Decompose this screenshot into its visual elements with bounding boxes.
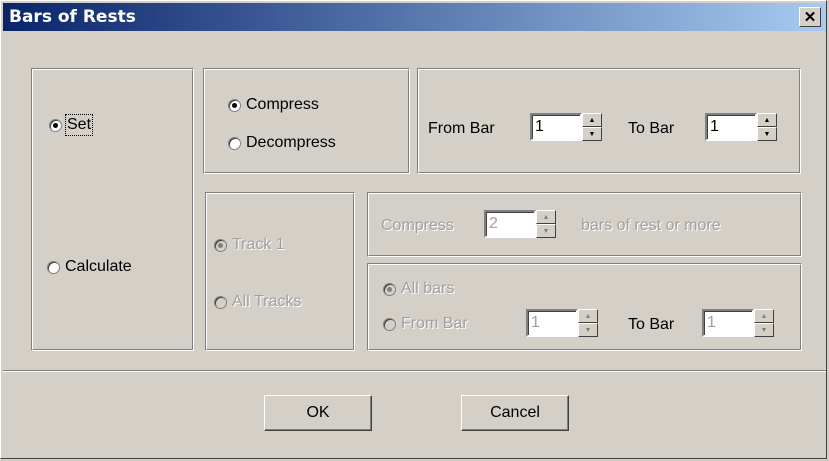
compress-threshold-spinner: ▲ ▼ <box>484 210 556 238</box>
all-bars-radio[interactable]: All bars <box>383 280 454 298</box>
calc-from-bar-radio-label: From Bar <box>401 315 468 332</box>
calc-from-bar-down-button[interactable]: ▼ <box>578 323 598 337</box>
set-radio[interactable]: Set <box>49 114 94 136</box>
all-tracks-radio-indicator <box>214 295 227 309</box>
calc-to-bar-input[interactable] <box>702 309 754 337</box>
set-radio-label: Set <box>64 114 94 136</box>
spin-down-icon: ▼ <box>542 227 550 235</box>
calc-to-bar-spinner: ▲ ▼ <box>702 309 774 337</box>
ok-button-label: OK <box>306 404 330 421</box>
spin-up-icon: ▲ <box>760 312 768 320</box>
spin-up-icon: ▲ <box>542 213 550 221</box>
calculate-radio-indicator <box>47 260 60 274</box>
calc-to-bar-label: To Bar <box>628 316 675 333</box>
calc-from-bar-radio-indicator <box>383 317 396 331</box>
compress-threshold-input[interactable] <box>484 210 536 238</box>
compress-threshold-up-button[interactable]: ▲ <box>536 210 556 224</box>
decompress-radio-label: Decompress <box>246 134 336 151</box>
cancel-button[interactable]: Cancel <box>461 395 569 431</box>
from-bar-label: From Bar <box>428 120 495 137</box>
to-bar-down-button[interactable]: ▼ <box>757 127 777 141</box>
window-title: Bars of Rests <box>9 7 136 27</box>
all-tracks-radio-label: All Tracks <box>232 293 302 310</box>
calculate-radio[interactable]: Calculate <box>47 258 132 276</box>
compress-radio[interactable]: Compress <box>228 96 319 114</box>
spin-up-icon: ▲ <box>763 116 771 124</box>
spin-up-icon: ▲ <box>584 312 592 320</box>
calc-to-bar-up-button[interactable]: ▲ <box>754 309 774 323</box>
track1-radio-indicator <box>214 238 227 252</box>
to-bar-input[interactable] <box>705 113 757 141</box>
track1-radio[interactable]: Track 1 <box>214 236 285 254</box>
button-separator <box>3 370 826 372</box>
calc-from-bar-up-button[interactable]: ▲ <box>578 309 598 323</box>
compress-radio-label: Compress <box>246 96 319 113</box>
spin-down-icon: ▼ <box>588 130 596 138</box>
from-bar-down-button[interactable]: ▼ <box>582 127 602 141</box>
title-bar[interactable]: Bars of Rests ✕ <box>3 3 826 31</box>
calc-from-bar-spinner: ▲ ▼ <box>526 309 598 337</box>
to-bar-spinner: ▲ ▼ <box>705 113 777 141</box>
all-bars-radio-indicator <box>383 282 396 296</box>
to-bar-label: To Bar <box>628 120 675 137</box>
from-bar-up-button[interactable]: ▲ <box>582 113 602 127</box>
bars-of-rest-label: bars of rest or more <box>581 217 721 234</box>
mode-group <box>31 68 194 351</box>
compress-mode-group <box>203 68 410 174</box>
calculate-radio-label: Calculate <box>65 258 132 275</box>
spin-down-icon: ▼ <box>760 326 768 334</box>
track-group <box>205 192 355 351</box>
all-bars-radio-label: All bars <box>401 280 455 297</box>
spin-down-icon: ▼ <box>584 326 592 334</box>
all-tracks-radio[interactable]: All Tracks <box>214 293 301 311</box>
decompress-radio-indicator <box>228 136 241 150</box>
from-bar-spinner: ▲ ▼ <box>530 113 602 141</box>
close-icon: ✕ <box>803 8 817 26</box>
ok-button[interactable]: OK <box>264 395 372 431</box>
calc-compress-label: Compress <box>381 217 454 234</box>
calc-from-bar-radio[interactable]: From Bar <box>383 315 468 333</box>
decompress-radio[interactable]: Decompress <box>228 134 336 152</box>
set-radio-indicator <box>49 118 62 132</box>
calc-from-bar-input[interactable] <box>526 309 578 337</box>
bars-of-rests-dialog: Bars of Rests ✕ Set Calculate Compress D… <box>0 0 827 459</box>
close-button[interactable]: ✕ <box>799 7 821 27</box>
cancel-button-label: Cancel <box>490 404 540 421</box>
to-bar-up-button[interactable]: ▲ <box>757 113 777 127</box>
spin-up-icon: ▲ <box>588 116 596 124</box>
spin-down-icon: ▼ <box>763 130 771 138</box>
compress-threshold-down-button[interactable]: ▼ <box>536 224 556 238</box>
track1-radio-label: Track 1 <box>232 236 285 253</box>
from-bar-input[interactable] <box>530 113 582 141</box>
calc-to-bar-down-button[interactable]: ▼ <box>754 323 774 337</box>
calc-bar-range-group <box>367 263 802 351</box>
compress-radio-indicator <box>228 98 241 112</box>
